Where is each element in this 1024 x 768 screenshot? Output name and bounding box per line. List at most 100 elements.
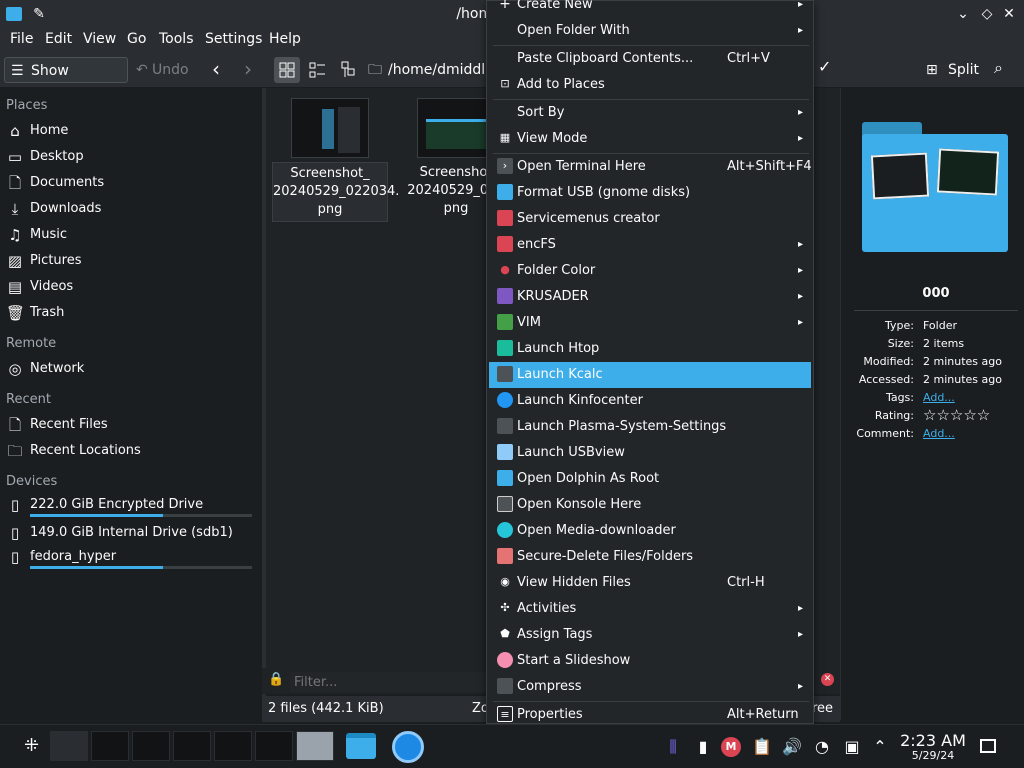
sidebar-item-recent-files[interactable]: 🗋 Recent Files [6,412,256,438]
konsole-icon [497,496,513,512]
menu-item-open-folder-with[interactable]: Open Folder With ▸ [489,18,811,44]
minimize-icon[interactable]: ⌄ [954,5,972,23]
menu-item-activities[interactable]: ✣ Activities ▸ [489,596,811,622]
rating-stars[interactable]: ☆☆☆☆☆ [923,406,990,424]
sidebar-item-desktop[interactable]: ▭ Desktop [6,144,256,170]
menu-item-folder-color[interactable]: ● Folder Color ▸ [489,258,811,284]
activities-icon: ✣ [500,601,510,614]
submenu-arrow-icon: ▸ [797,25,803,36]
clipboard-icon[interactable]: 📋 [751,737,773,756]
menu-item-launch-plasma-system-settings[interactable]: Launch Plasma-System-Settings [489,414,811,440]
virtual-desktop-3[interactable] [132,731,170,761]
virtual-desktop-7[interactable] [296,731,334,761]
clear-filter-icon[interactable]: ✕ [821,673,834,686]
icons-view-button[interactable] [274,57,300,83]
sidebar-item-videos[interactable]: ▤ Videos [6,274,256,300]
menu-item-open-konsole-here[interactable]: Open Konsole Here [489,492,811,518]
menu-item-servicemenus-creator[interactable]: Servicemenus creator [489,206,811,232]
browser-taskbar-icon[interactable] [392,731,424,763]
sidebar-item-encrypted-drive[interactable]: ▯ 222.0 GiB Encrypted Drive [6,492,256,518]
virtual-desktop-2[interactable] [91,731,129,761]
location-bar[interactable]: 🗀 /home/dmiddlet [362,57,490,83]
volume-icon[interactable]: 🔊 [781,737,803,756]
clock-date[interactable]: 5/29/24 [898,749,968,762]
forward-icon[interactable]: › [244,57,252,81]
folder-icon [497,470,513,486]
virtual-desktop-4[interactable] [173,731,211,761]
menu-item-open-media-downloader[interactable]: Open Media-downloader [489,518,811,544]
sidebar-item-home[interactable]: ⌂ Home [6,118,256,144]
menu-edit[interactable]: Edit [45,31,72,47]
mega-icon[interactable]: M [721,737,741,757]
file-item[interactable]: Screenshot_ 20240529_022034. png [272,98,399,222]
add-comment-link[interactable]: Add... [923,427,955,440]
menu-item-view-hidden-files[interactable]: ◉ View Hidden Files Ctrl-H [489,570,811,596]
menu-item-launch-htop[interactable]: Launch Htop [489,336,811,362]
add-tags-link[interactable]: Add... [923,391,955,404]
color-drop-icon: ● [500,263,510,276]
dolphin-taskbar-icon[interactable] [346,733,376,759]
menu-file[interactable]: File [10,31,33,47]
sidebar-item-trash[interactable]: 🗑 Trash [6,300,256,326]
sidebar-item-pictures[interactable]: ▨ Pictures [6,248,256,274]
back-icon[interactable]: ‹ [212,57,220,81]
grid-icon: ▦ [499,131,511,144]
sidebar-item-recent-locations[interactable]: 🗀 Recent Locations [6,438,256,464]
network-status-icon[interactable]: ◔ [811,737,833,756]
menu-tools[interactable]: Tools [159,31,194,47]
menu-item-add-to-places[interactable]: ⊡ Add to Places [489,72,811,98]
app-launcher-icon[interactable]: ⁜ [24,735,39,756]
maximize-icon[interactable]: ◇ [978,5,996,23]
show-desktop-icon[interactable] [980,739,996,753]
virtual-desktop-6[interactable] [255,731,293,761]
clock-time[interactable]: 2:23 AM [898,731,968,750]
menu-item-vim[interactable]: VIM ▸ [489,310,811,336]
menu-item-launch-kcalc[interactable]: Launch Kcalc [489,362,811,388]
menu-item-secure-delete-files-folders[interactable]: Secure-Delete Files/Folders [489,544,811,570]
sidebar-item-documents[interactable]: 🗋 Documents [6,170,256,196]
splitter[interactable] [840,88,848,720]
menu-item-label: Secure-Delete Files/Folders [517,549,694,564]
close-icon[interactable]: ✕ [1000,5,1018,23]
menu-help[interactable]: Help [269,31,301,47]
mixer-icon[interactable]: ⫼ [662,737,684,757]
undo-button[interactable]: ↶ Undo [134,57,200,83]
menu-item-open-terminal-here[interactable]: › Open Terminal Here Alt+Shift+F4 [489,154,812,180]
sidebar-item-network[interactable]: ◎ Network [6,356,256,382]
menu-settings[interactable]: Settings [205,31,262,47]
menu-item-assign-tags[interactable]: ⬟ Assign Tags ▸ [489,622,811,648]
menu-item-encfs[interactable]: encFS ▸ [489,232,811,258]
meta-key: Size: [887,337,914,350]
menu-item-format-usb-gnome-disks[interactable]: Format USB (gnome disks) [489,180,811,206]
virtual-desktop-5[interactable] [214,731,252,761]
filter-input[interactable] [290,672,486,692]
menu-item-create-new[interactable]: + Create New ▸ [489,0,811,18]
menu-item-launch-kinfocenter[interactable]: Launch Kinfocenter [489,388,811,414]
menu-item-krusader[interactable]: KRUSADER ▸ [489,284,811,310]
sidebar-item-music[interactable]: ♫ Music [6,222,256,248]
compact-view-button[interactable] [304,57,330,83]
sidebar-item-internal-drive[interactable]: ▯ 149.0 GiB Internal Drive (sdb1) [6,520,256,546]
menu-go[interactable]: Go [127,31,146,47]
display-icon[interactable]: ▣ [841,737,863,756]
virtual-desktop-1[interactable] [50,731,88,761]
show-menubar-button[interactable]: ☰ Show Menubar [4,57,128,105]
menu-item-sort-by[interactable]: Sort By ▸ [489,100,811,126]
sidebar-item-downloads[interactable]: ⤓ Downloads [6,196,256,222]
split-button[interactable]: ⊞ Split [922,57,984,83]
lock-icon[interactable]: 🔒 [268,672,284,687]
menu-view[interactable]: View [83,31,116,47]
menu-item-view-mode[interactable]: ▦ View Mode ▸ [489,126,811,152]
checkmark-icon[interactable]: ✓ [818,57,831,76]
menu-item-open-dolphin-as-root[interactable]: Open Dolphin As Root [489,466,811,492]
details-view-button[interactable] [336,57,362,83]
tray-expand-icon[interactable]: ⌃ [869,737,891,756]
grid-view-icon [279,62,295,78]
menu-item-start-a-slideshow[interactable]: Start a Slideshow [489,648,811,674]
menu-item-launch-usbview[interactable]: Launch USBview [489,440,811,466]
sidebar-item-fedora-hyper[interactable]: ▯ fedora_hyper [6,544,256,570]
menu-item-compress[interactable]: Compress ▸ [489,674,811,700]
search-icon[interactable]: ⌕ [994,58,1003,78]
menu-item-paste-clipboard-contents[interactable]: Paste Clipboard Contents... Ctrl+V [489,46,811,72]
kdeconnect-icon[interactable]: ▮ [692,737,714,756]
